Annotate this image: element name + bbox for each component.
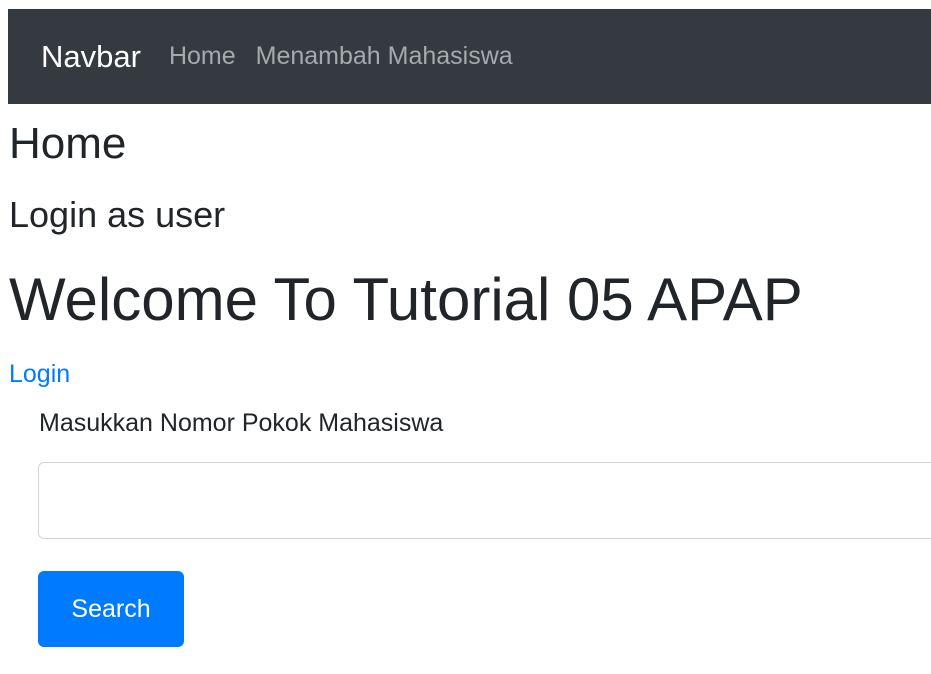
nav-link-menambah-mahasiswa[interactable]: Menambah Mahasiswa xyxy=(256,44,513,69)
npm-input[interactable] xyxy=(38,462,931,539)
login-status-heading: Login as user xyxy=(9,194,226,235)
welcome-heading: Welcome To Tutorial 05 APAP xyxy=(9,266,803,333)
page-title: Home xyxy=(9,119,127,168)
nav-link-home[interactable]: Home xyxy=(169,44,236,69)
npm-field-label: Masukkan Nomor Pokok Mahasiswa xyxy=(39,409,444,437)
search-button[interactable]: Search xyxy=(38,571,184,647)
login-link[interactable]: Login xyxy=(9,362,70,387)
navbar-brand-link[interactable]: Navbar xyxy=(41,41,141,72)
top-navbar: Navbar Home Menambah Mahasiswa xyxy=(8,9,931,104)
